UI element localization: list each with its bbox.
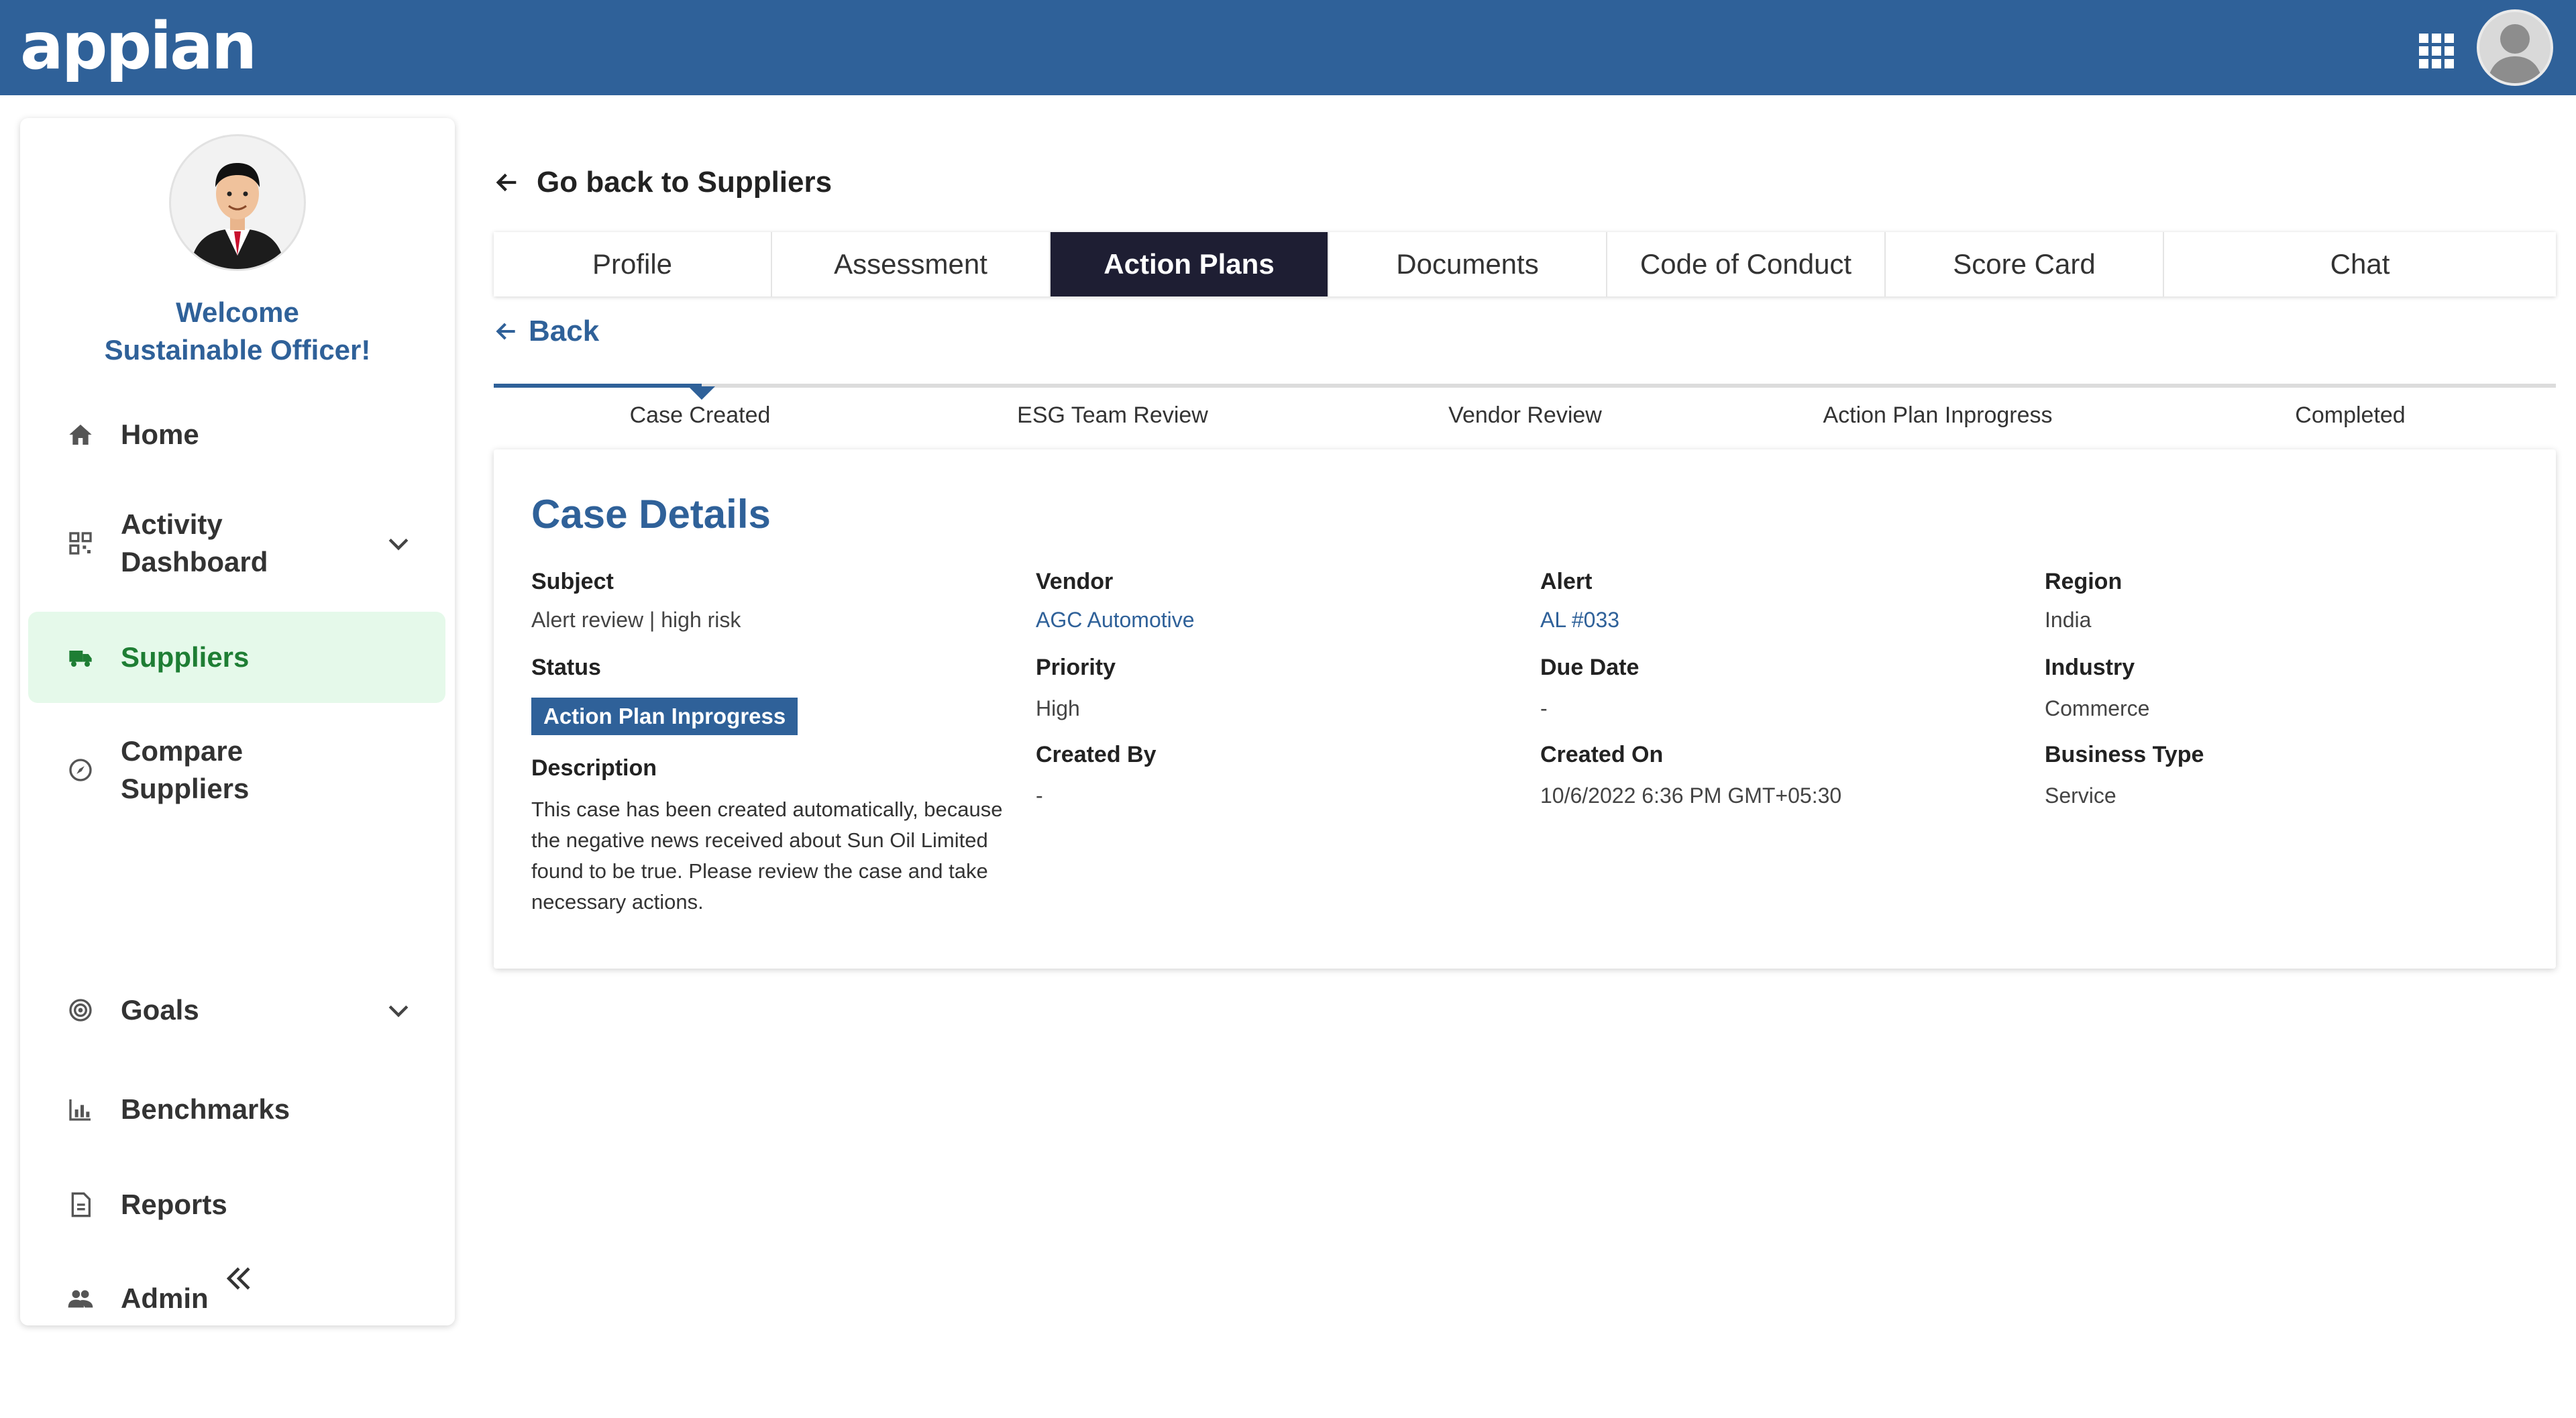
- tab-profile[interactable]: Profile: [494, 232, 772, 296]
- sidebar-item-label: Compare Suppliers: [121, 735, 250, 804]
- compass-icon: [69, 759, 92, 781]
- sidebar-item-activity-dashboard[interactable]: Activity Dashboard: [28, 502, 445, 585]
- sidebar-item-goals[interactable]: Goals: [28, 983, 445, 1037]
- sidebar-item-label: Reports: [121, 1189, 227, 1220]
- created-by-label: Created By: [1036, 742, 1157, 767]
- welcome-line: Welcome: [176, 296, 299, 328]
- home-icon: [69, 425, 92, 445]
- officer-portrait-icon: [171, 136, 304, 269]
- industry-value: Commerce: [2045, 696, 2150, 720]
- tab-chat[interactable]: Chat: [2164, 232, 2556, 296]
- go-back-label: Go back to Suppliers: [537, 166, 833, 199]
- sidebar-item-compare-suppliers[interactable]: Compare Suppliers: [28, 728, 445, 812]
- tab-bar: Profile Assessment Action Plans Document…: [494, 232, 2556, 296]
- subject-value: Alert review | high risk: [531, 608, 741, 632]
- admin-users-icon: [68, 1290, 93, 1308]
- tab-score-card[interactable]: Score Card: [1886, 232, 2164, 296]
- back-label: Back: [529, 315, 600, 347]
- priority-value: High: [1036, 696, 1080, 720]
- region-label: Region: [2045, 569, 2123, 594]
- due-date-value: -: [1540, 696, 1548, 720]
- subject-label: Subject: [531, 569, 614, 594]
- region-value: India: [2045, 608, 2092, 632]
- case-details-title: Case Details: [531, 492, 771, 537]
- welcome-role: Sustainable Officer!: [104, 334, 371, 366]
- chevron-down-icon[interactable]: [384, 529, 413, 558]
- double-chevron-left-icon: [226, 1267, 250, 1290]
- back-link[interactable]: Back: [494, 311, 599, 351]
- due-date-label: Due Date: [1540, 655, 1640, 680]
- target-icon: [69, 999, 92, 1022]
- description-label: Description: [531, 755, 657, 781]
- step-completed: Completed: [2295, 402, 2406, 428]
- sidebar-item-label: Admin: [121, 1283, 209, 1314]
- tab-action-plans[interactable]: Action Plans: [1051, 232, 1329, 296]
- sidebar-item-label: Activity Dashboard: [121, 508, 268, 578]
- apps-grid-icon[interactable]: [2419, 34, 2454, 68]
- business-type-label: Business Type: [2045, 742, 2204, 767]
- sidebar-item-benchmarks[interactable]: Benchmarks: [28, 1083, 445, 1136]
- sidebar: Welcome Sustainable Officer! Home Activi…: [20, 118, 455, 1325]
- dashboard-icon: [69, 532, 92, 555]
- created-on-label: Created On: [1540, 742, 1664, 767]
- sidebar-item-label: Benchmarks: [121, 1093, 290, 1125]
- created-on-value: 10/6/2022 6:36 PM GMT+05:30: [1540, 783, 1842, 808]
- sidebar-item-label: Home: [121, 419, 199, 450]
- arrow-left-icon: [496, 323, 515, 340]
- collapse-sidebar-button[interactable]: [219, 1258, 259, 1299]
- user-avatar[interactable]: [2477, 9, 2553, 86]
- step-esg-team-review: ESG Team Review: [1017, 402, 1208, 428]
- business-type-value: Service: [2045, 783, 2116, 808]
- top-bar: appian: [0, 0, 2576, 95]
- officer-avatar: [169, 134, 306, 271]
- description-value: This case has been created automatically…: [531, 798, 1003, 914]
- go-back-to-suppliers-link[interactable]: Go back to Suppliers: [494, 162, 832, 203]
- truck-icon: [69, 651, 92, 667]
- step-action-plan-inprogress: Action Plan Inprogress: [1823, 402, 2053, 428]
- created-by-value: -: [1036, 783, 1043, 808]
- report-icon: [71, 1192, 91, 1217]
- alert-link[interactable]: AL #033: [1540, 608, 1619, 633]
- vendor-label: Vendor: [1036, 569, 1114, 594]
- sidebar-item-label: Goals: [121, 994, 199, 1026]
- step-case-created: Case Created: [629, 402, 771, 428]
- status-badge: Action Plan Inprogress: [531, 698, 798, 735]
- stepper-current-marker: [688, 386, 715, 400]
- appian-logo[interactable]: appian: [20, 9, 257, 83]
- bar-chart-icon: [69, 1099, 91, 1121]
- user-silhouette-icon: [2487, 24, 2542, 83]
- tab-assessment[interactable]: Assessment: [772, 232, 1051, 296]
- stepper-track: [494, 384, 2556, 388]
- chevron-down-icon[interactable]: [384, 995, 413, 1025]
- industry-label: Industry: [2045, 655, 2135, 680]
- status-label: Status: [531, 655, 601, 680]
- tab-code-of-conduct[interactable]: Code of Conduct: [1607, 232, 1886, 296]
- sidebar-item-suppliers[interactable]: Suppliers: [28, 612, 445, 703]
- stepper-progress: [494, 384, 702, 388]
- step-vendor-review: Vendor Review: [1448, 402, 1602, 428]
- welcome-message: Welcome Sustainable Officer!: [20, 294, 455, 369]
- case-details-card: Case Details Subject Alert review | high…: [494, 449, 2556, 969]
- tab-documents[interactable]: Documents: [1329, 232, 1607, 296]
- priority-label: Priority: [1036, 655, 1116, 680]
- arrow-left-icon: [496, 173, 517, 192]
- vendor-link[interactable]: AGC Automotive: [1036, 608, 1195, 633]
- sidebar-item-home[interactable]: Home: [28, 408, 445, 461]
- alert-label: Alert: [1540, 569, 1593, 594]
- sidebar-item-label: Suppliers: [121, 641, 250, 673]
- sidebar-item-reports[interactable]: Reports: [28, 1178, 445, 1232]
